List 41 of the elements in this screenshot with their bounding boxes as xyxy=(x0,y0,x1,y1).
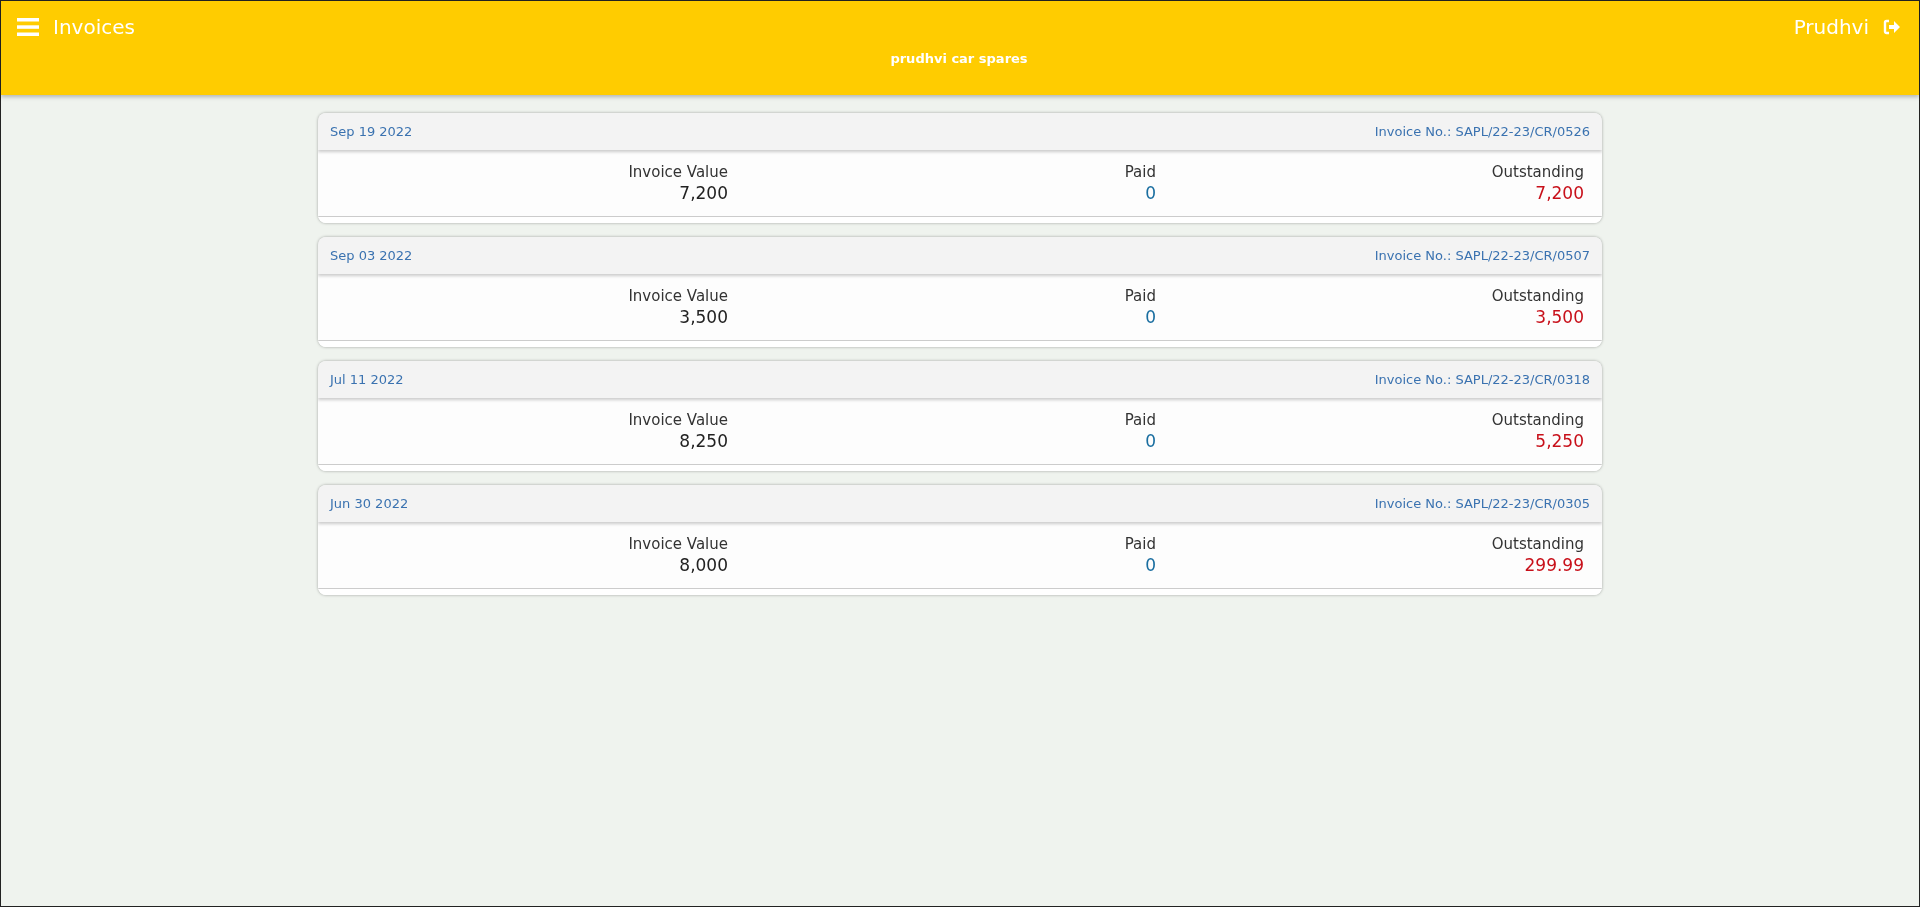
amount-label: Invoice Value xyxy=(627,411,728,429)
company-name: prudhvi car spares xyxy=(889,51,1029,66)
amount-label: Paid xyxy=(1123,287,1156,305)
invoice-card[interactable]: Sep 03 2022 Invoice No.: SAPL/22-23/CR/0507 Invoice Value 3,500 Paid 0 Outstanding 3,500 xyxy=(318,237,1602,347)
amount-label: Paid xyxy=(1123,411,1156,429)
amount-label: Paid xyxy=(1123,163,1156,181)
amount-value: 3,500 xyxy=(678,307,728,327)
invoice-number: Invoice No.: SAPL/22-23/CR/0507 xyxy=(1374,248,1590,263)
amount-label: Outstanding xyxy=(1490,535,1584,553)
amount-label: Outstanding xyxy=(1490,411,1584,429)
menu-icon[interactable] xyxy=(17,17,39,37)
invoice-number: Invoice No.: SAPL/22-23/CR/0526 xyxy=(1374,124,1590,139)
logout-icon[interactable] xyxy=(1883,19,1901,35)
invoice-date: Sep 19 2022 xyxy=(330,124,413,139)
amount-label: Paid xyxy=(1123,535,1156,553)
amount-value: 0 xyxy=(1144,555,1156,575)
amount-value: 5,250 xyxy=(1534,431,1584,451)
amount-value: 299.99 xyxy=(1523,555,1584,575)
amount-value: 7,200 xyxy=(1534,183,1584,203)
invoice-card[interactable]: Jul 11 2022 Invoice No.: SAPL/22-23/CR/0318 Invoice Value 8,250 Paid 0 Outstanding 5,250 xyxy=(318,361,1602,471)
amount-label: Invoice Value xyxy=(627,163,728,181)
invoice-card[interactable]: Jun 30 2022 Invoice No.: SAPL/22-23/CR/0305 Invoice Value 8,000 Paid 0 Outstanding 299.99 xyxy=(318,485,1602,595)
invoice-date: Jul 11 2022 xyxy=(330,372,404,387)
invoice-date: Sep 03 2022 xyxy=(330,248,413,263)
amount-value: 0 xyxy=(1144,431,1156,451)
amount-label: Outstanding xyxy=(1490,287,1584,305)
amount-value: 8,250 xyxy=(678,431,728,451)
amount-value: 7,200 xyxy=(678,183,728,203)
amount-value: 0 xyxy=(1144,183,1156,203)
amount-label: Invoice Value xyxy=(627,287,728,305)
amount-value: 8,000 xyxy=(678,555,728,575)
page-title: Invoices xyxy=(53,15,135,39)
amount-label: Outstanding xyxy=(1490,163,1584,181)
invoice-number: Invoice No.: SAPL/22-23/CR/0318 xyxy=(1374,372,1590,387)
user-name: Prudhvi xyxy=(1793,15,1869,39)
invoice-date: Jun 30 2022 xyxy=(330,496,409,511)
invoice-card[interactable]: Sep 19 2022 Invoice No.: SAPL/22-23/CR/0526 Invoice Value 7,200 Paid 0 Outstanding 7,200 xyxy=(318,113,1602,223)
amount-value: 3,500 xyxy=(1534,307,1584,327)
amount-value: 0 xyxy=(1144,307,1156,327)
invoice-number: Invoice No.: SAPL/22-23/CR/0305 xyxy=(1374,496,1590,511)
amount-label: Invoice Value xyxy=(627,535,728,553)
